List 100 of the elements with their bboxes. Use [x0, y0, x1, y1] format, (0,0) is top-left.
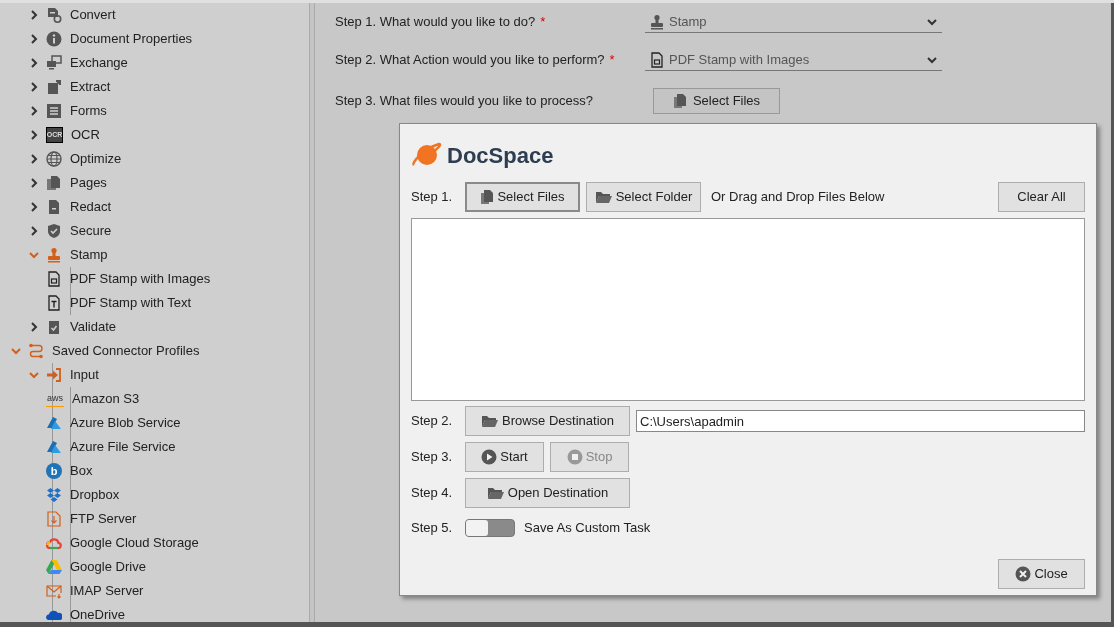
- tree-item-label[interactable]: Azure File Service: [70, 437, 176, 457]
- stamp-icon: [649, 13, 665, 30]
- tree-item-label[interactable]: Box: [70, 461, 93, 481]
- tree-item-label[interactable]: Input: [70, 365, 99, 385]
- step-label: Step 1. What would you like to do?: [335, 13, 536, 32]
- chevron-right-icon[interactable]: [28, 322, 40, 332]
- tree-item-label[interactable]: Validate: [70, 317, 116, 337]
- tree-item-label[interactable]: Optimize: [70, 149, 122, 169]
- chevron-down-icon[interactable]: [28, 250, 40, 260]
- envelope-icon: [46, 583, 62, 599]
- document-icon: [46, 199, 62, 215]
- files-icon: [672, 93, 687, 109]
- tree-item-label[interactable]: Document Properties: [70, 29, 193, 49]
- box-logo-icon: b: [46, 463, 62, 479]
- tree-item-label[interactable]: Extract: [70, 77, 111, 97]
- triangle-logo-icon: [46, 415, 62, 431]
- info-icon: [46, 31, 62, 47]
- browse-destination-button[interactable]: Browse Destination: [465, 406, 630, 436]
- step-label: Step 4.: [411, 484, 454, 503]
- required-mark: *: [540, 13, 546, 32]
- step-label: Step 2.: [411, 412, 454, 431]
- triangle-logo-icon: [46, 559, 62, 575]
- select-folder-button[interactable]: Select Folder: [586, 182, 701, 212]
- select-files-button[interactable]: Select Files: [653, 88, 780, 114]
- step-label: Step 1.: [411, 188, 454, 207]
- chevron-right-icon[interactable]: [28, 34, 40, 44]
- tree-item-label[interactable]: Exchange: [70, 53, 128, 73]
- destination-path-field[interactable]: C:\Users\apadmin: [636, 410, 1085, 432]
- stop-icon: [566, 449, 583, 465]
- chevron-right-icon[interactable]: [28, 82, 40, 92]
- folder-icon: [594, 190, 613, 204]
- dropdown[interactable]: Stamp: [645, 11, 942, 33]
- tree-item-label[interactable]: Saved Connector Profiles: [52, 341, 200, 361]
- tree-item-label[interactable]: Pages: [70, 173, 107, 193]
- tree-item-label[interactable]: Redact: [70, 197, 112, 217]
- play-icon: [481, 449, 498, 465]
- chevron-right-icon[interactable]: [28, 106, 40, 116]
- step-label: Step 2. What Action would you like to perform?: [335, 51, 605, 70]
- globe-icon: [46, 151, 62, 167]
- close-button[interactable]: Close: [998, 559, 1085, 589]
- tree-item-label[interactable]: Amazon S3: [72, 389, 140, 409]
- tree-item-label[interactable]: Convert: [70, 5, 116, 25]
- chevron-right-icon[interactable]: [28, 154, 40, 164]
- list-icon: [46, 103, 62, 119]
- planet-logo-icon: [411, 141, 443, 169]
- tree-item-label[interactable]: Google Drive: [70, 557, 146, 577]
- stamp-icon: [46, 247, 62, 263]
- tree-item-label[interactable]: OneDrive: [70, 605, 125, 622]
- files-icon: [480, 189, 495, 205]
- image-file-icon: [46, 271, 62, 287]
- tree-item-label[interactable]: Stamp: [70, 245, 108, 265]
- folder-icon: [486, 486, 505, 500]
- export-icon: [46, 79, 62, 95]
- chevron-right-icon[interactable]: [28, 178, 40, 188]
- chevron-down-icon: [926, 54, 938, 65]
- tree-item-label[interactable]: PDF Stamp with Text: [70, 293, 192, 313]
- pages-icon: [46, 175, 62, 191]
- select-files-button[interactable]: Select Files: [465, 182, 580, 212]
- required-mark: *: [609, 51, 615, 70]
- close-icon: [1015, 566, 1032, 582]
- tree-item-label[interactable]: Azure Blob Service: [70, 413, 181, 433]
- diamonds-icon: [46, 487, 62, 503]
- image-file-icon: [649, 51, 665, 68]
- clear-all-button[interactable]: Clear All: [998, 182, 1085, 212]
- chevron-right-icon[interactable]: [28, 130, 40, 140]
- triangle-logo-icon: [46, 439, 62, 455]
- step-label: Step 3. What files would you like to process?: [335, 92, 593, 111]
- chevron-down-icon[interactable]: [28, 370, 40, 380]
- tree-item-label[interactable]: Forms: [70, 101, 107, 121]
- chevron-down-icon[interactable]: [10, 346, 22, 356]
- toggle-switch[interactable]: [465, 519, 515, 537]
- folder-icon: [481, 414, 499, 428]
- file-refresh-icon: [46, 7, 62, 23]
- chevron-down-icon: [926, 16, 938, 27]
- tree-item-label[interactable]: Dropbox: [70, 485, 120, 505]
- clipboard-check-icon: [46, 319, 62, 335]
- step-label: Step 3.: [411, 448, 454, 467]
- start-button[interactable]: Start: [465, 442, 544, 472]
- tree-item-label[interactable]: Secure: [70, 221, 112, 241]
- tree-item-label[interactable]: FTP Server: [70, 509, 137, 529]
- toggle-label: Save As Custom Task: [524, 519, 651, 538]
- step-label: Step 5.: [411, 519, 454, 538]
- open-destination-button[interactable]: Open Destination: [465, 478, 630, 508]
- tree-item-label[interactable]: OCR: [71, 125, 100, 145]
- file-download-icon: [46, 511, 62, 527]
- tree-item-label[interactable]: Google Cloud Storage: [70, 533, 199, 553]
- chevron-right-icon[interactable]: [28, 226, 40, 236]
- text-file-icon: [46, 295, 62, 311]
- dropdown[interactable]: PDF Stamp with Images: [645, 49, 942, 71]
- logo-text: DocSpace: [447, 141, 554, 170]
- chevron-right-icon[interactable]: [28, 58, 40, 68]
- tree-item-label[interactable]: IMAP Server: [70, 581, 144, 601]
- tree-item-label[interactable]: PDF Stamp with Images: [70, 269, 211, 289]
- route-icon: [28, 343, 44, 359]
- chevron-right-icon[interactable]: [28, 10, 40, 20]
- monitor-icon: [46, 55, 62, 71]
- shield-check-icon: [46, 223, 62, 239]
- drag-drop-hint: Or Drag and Drop Files Below: [711, 188, 886, 207]
- chevron-right-icon[interactable]: [28, 202, 40, 212]
- cloud-icon: [46, 535, 62, 551]
